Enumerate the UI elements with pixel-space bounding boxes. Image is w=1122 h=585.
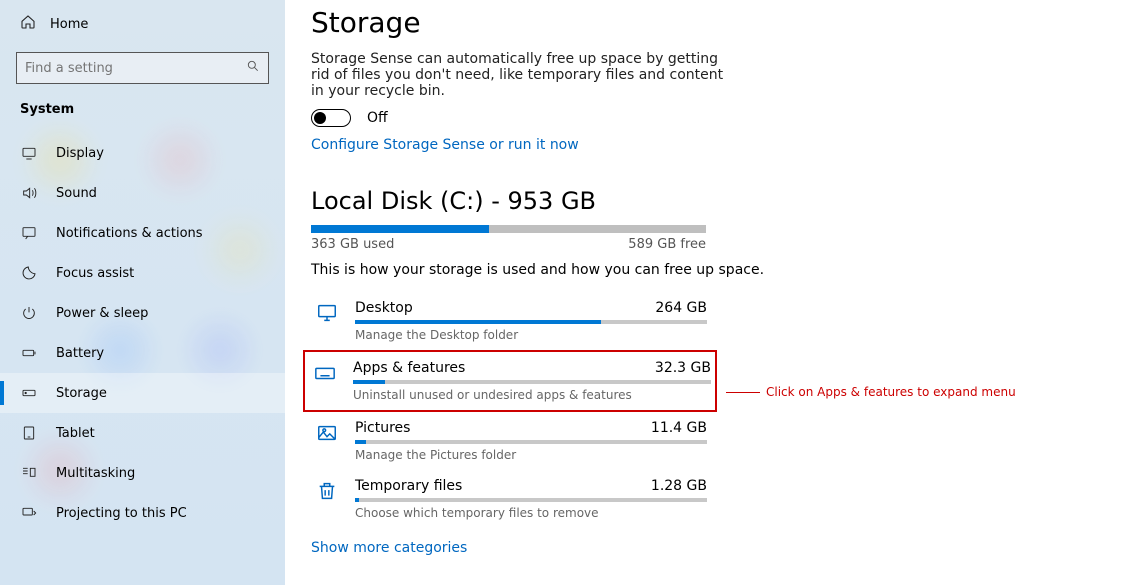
section-title: System — [0, 98, 285, 129]
disk-usage-bar — [311, 225, 706, 233]
category-name: Desktop — [355, 300, 413, 316]
disk-heading: Local Disk (C:) - 953 GB — [311, 187, 1122, 215]
monitor-icon — [313, 302, 341, 342]
annotation-line — [726, 392, 760, 393]
storage-sense-description: Storage Sense can automatically free up … — [311, 51, 731, 99]
category-bar — [355, 320, 707, 324]
picture-icon — [313, 422, 341, 462]
category-name: Apps & features — [353, 360, 465, 376]
sidebar-menu: Display Sound Notifications & actions Fo… — [0, 129, 285, 533]
search-input[interactable] — [25, 61, 246, 76]
tutorial-annotation: Click on Apps & features to expand menu — [726, 385, 1016, 399]
category-sub: Manage the Pictures folder — [355, 448, 707, 462]
sidebar-item-label: Tablet — [56, 426, 95, 441]
category-item-pictures[interactable]: Pictures 11.4 GB Manage the Pictures folde… — [311, 412, 711, 470]
category-name: Temporary files — [355, 478, 462, 494]
disk-used-fill — [311, 225, 489, 233]
sidebar-item-focus-assist[interactable]: Focus assist — [0, 253, 285, 293]
toggle-state-label: Off — [367, 110, 388, 126]
storage-how-text: This is how your storage is used and how… — [311, 262, 1122, 278]
sidebar-item-battery[interactable]: Battery — [0, 333, 285, 373]
category-size: 11.4 GB — [651, 420, 707, 436]
sidebar-item-label: Battery — [56, 346, 104, 361]
category-sub: Manage the Desktop folder — [355, 328, 707, 342]
search-icon — [246, 59, 260, 77]
category-item-temporary-files[interactable]: Temporary files 1.28 GB Choose which tempo… — [311, 470, 711, 528]
sidebar-item-sound[interactable]: Sound — [0, 173, 285, 213]
sidebar-item-projecting[interactable]: Projecting to this PC — [0, 493, 285, 533]
category-size: 32.3 GB — [655, 360, 711, 376]
projecting-icon — [20, 505, 38, 521]
category-size: 1.28 GB — [651, 478, 707, 494]
sidebar-item-label: Display — [56, 146, 104, 161]
storage-icon — [20, 385, 38, 401]
page-title: Storage — [311, 6, 1122, 39]
focus-assist-icon — [20, 265, 38, 281]
sidebar-item-power[interactable]: Power & sleep — [0, 293, 285, 333]
sidebar-item-storage[interactable]: Storage — [0, 373, 285, 413]
annotation-text: Click on Apps & features to expand menu — [766, 385, 1016, 399]
category-item-desktop[interactable]: Desktop 264 GB Manage the Desktop folder — [311, 292, 711, 350]
main-content: Storage Storage Sense can automatically … — [285, 0, 1122, 585]
sidebar-item-label: Projecting to this PC — [56, 506, 187, 521]
category-bar — [355, 498, 707, 502]
keyboard-icon — [311, 362, 339, 402]
category-list: Desktop 264 GB Manage the Desktop folder Ap… — [311, 292, 1122, 528]
category-item-apps-features[interactable]: Apps & features 32.3 GB Uninstall unused o… — [303, 350, 717, 412]
home-icon — [20, 14, 36, 34]
sidebar-item-label: Notifications & actions — [56, 226, 203, 241]
sidebar-item-notifications[interactable]: Notifications & actions — [0, 213, 285, 253]
category-bar — [355, 440, 707, 444]
sidebar-item-label: Storage — [56, 386, 107, 401]
category-sub: Choose which temporary files to remove — [355, 506, 707, 520]
used-label: 363 GB used — [311, 237, 394, 252]
show-more-categories-link[interactable]: Show more categories — [311, 540, 467, 556]
sidebar-item-display[interactable]: Display — [0, 133, 285, 173]
display-icon — [20, 145, 38, 161]
notifications-icon — [20, 225, 38, 241]
category-name: Pictures — [355, 420, 410, 436]
trash-icon — [313, 480, 341, 520]
storage-sense-toggle[interactable] — [311, 109, 351, 127]
settings-sidebar: Home System Display Sound Notifications … — [0, 0, 285, 585]
sidebar-item-multitasking[interactable]: Multitasking — [0, 453, 285, 493]
free-label: 589 GB free — [628, 237, 706, 252]
battery-icon — [20, 345, 38, 361]
configure-storage-sense-link[interactable]: Configure Storage Sense or run it now — [311, 137, 579, 153]
category-size: 264 GB — [655, 300, 707, 316]
home-button[interactable]: Home — [0, 0, 285, 48]
sidebar-item-tablet[interactable]: Tablet — [0, 413, 285, 453]
search-box[interactable] — [16, 52, 269, 84]
power-icon — [20, 305, 38, 321]
category-sub: Uninstall unused or undesired apps & fea… — [353, 388, 711, 402]
tablet-icon — [20, 425, 38, 441]
sidebar-item-label: Power & sleep — [56, 306, 148, 321]
sidebar-item-label: Sound — [56, 186, 97, 201]
multitasking-icon — [20, 465, 38, 481]
sound-icon — [20, 185, 38, 201]
sidebar-item-label: Focus assist — [56, 266, 134, 281]
category-bar — [353, 380, 711, 384]
home-label: Home — [50, 17, 88, 32]
sidebar-item-label: Multitasking — [56, 466, 135, 481]
